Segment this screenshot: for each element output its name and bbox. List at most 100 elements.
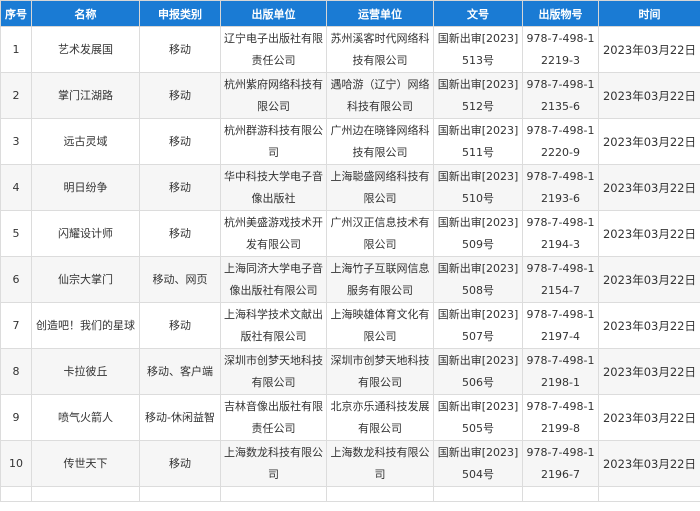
cell-date: 2023年03月22日: [598, 118, 700, 165]
cell-document-number: 国新出审[2023]504号: [433, 440, 523, 487]
cell-date: 2023年03月22日: [598, 72, 700, 119]
cell-publisher: 深圳市创梦天地科技有限公司: [220, 348, 327, 395]
cell-operator: 上海映雄体育文化有限公司: [326, 302, 434, 349]
header-index: 序号: [0, 0, 32, 27]
cell-index: 5: [0, 210, 32, 257]
cell-publication-number: 978-7-498-12135-6: [522, 72, 599, 119]
cell-index: 10: [0, 440, 32, 487]
cell-document-number: 国新出审[2023]513号: [433, 26, 523, 73]
cell-publication-number: 978-7-498-12198-1: [522, 348, 599, 395]
cell-category: 移动、网页: [139, 256, 221, 303]
cell-index: 4: [0, 164, 32, 211]
cell-operator: 上海数龙科技有限公司: [326, 440, 434, 487]
header-operator: 运营单位: [326, 0, 434, 27]
table-row: 10 传世天下 移动 上海数龙科技有限公司 上海数龙科技有限公司 国新出审[20…: [0, 440, 700, 487]
cell-publication-number: 978-7-498-12197-4: [522, 302, 599, 349]
cell-name: 掌门江湖路: [31, 72, 140, 119]
cell-name: 传世天下: [31, 440, 140, 487]
cell-publication-number: 978-7-498-12220-9: [522, 118, 599, 165]
table-row: 7 创造吧！我们的星球 移动 上海科学技术文献出版社有限公司 上海映雄体育文化有…: [0, 302, 700, 349]
cell-operator: 苏州溪客时代网络科技有限公司: [326, 26, 434, 73]
cell-document-number: 国新出审[2023]505号: [433, 394, 523, 441]
cell-category: 移动-休闲益智: [139, 394, 221, 441]
header-category: 申报类别: [139, 0, 221, 27]
cell-name: 闪耀设计师: [31, 210, 140, 257]
cell-publisher: 上海同济大学电子音像出版社有限公司: [220, 256, 327, 303]
cell-category: 移动: [139, 302, 221, 349]
cell-operator: 广州汉正信息技术有限公司: [326, 210, 434, 257]
cell-document-number: 国新出审[2023]508号: [433, 256, 523, 303]
cell-name: 喷气火箭人: [31, 394, 140, 441]
table-row: 4 明日纷争 移动 华中科技大学电子音像出版社 上海聪盛网络科技有限公司 国新出…: [0, 164, 700, 211]
table-row: 1 艺术发展国 移动 辽宁电子出版社有限责任公司 苏州溪客时代网络科技有限公司 …: [0, 26, 700, 73]
cell-publisher: 吉林音像出版社有限责任公司: [220, 394, 327, 441]
cell-date: 2023年03月22日: [598, 348, 700, 395]
cell-category: 移动: [139, 26, 221, 73]
cell-publication-number: 978-7-498-12196-7: [522, 440, 599, 487]
cell-operator: 深圳市创梦天地科技有限公司: [326, 348, 434, 395]
cell-publisher: 杭州美盛游戏技术开发有限公司: [220, 210, 327, 257]
table-header-row: 序号 名称 申报类别 出版单位 运营单位 文号 出版物号 时间: [0, 0, 700, 27]
cell-publisher: 辽宁电子出版社有限责任公司: [220, 26, 327, 73]
table-row: 6 仙宗大掌门 移动、网页 上海同济大学电子音像出版社有限公司 上海竹子互联网信…: [0, 256, 700, 303]
cell-date: 2023年03月22日: [598, 256, 700, 303]
header-publisher: 出版单位: [220, 0, 327, 27]
cell-publisher: 杭州群游科技有限公司: [220, 118, 327, 165]
cell-document-number: 国新出审[2023]512号: [433, 72, 523, 119]
cell-publisher: 上海数龙科技有限公司: [220, 440, 327, 487]
cell-date: 2023年03月22日: [598, 26, 700, 73]
cell-date: 2023年03月22日: [598, 394, 700, 441]
cell-category: 移动: [139, 118, 221, 165]
table-row: 2 掌门江湖路 移动 杭州紫府网络科技有限公司 遇哈游（辽宁）网络科技有限公司 …: [0, 72, 700, 119]
cell-index: 3: [0, 118, 32, 165]
table-row: 3 远古灵域 移动 杭州群游科技有限公司 广州边在晓锋网络科技有限公司 国新出审…: [0, 118, 700, 165]
cell-publication-number: 978-7-498-12194-3: [522, 210, 599, 257]
cell-index: 6: [0, 256, 32, 303]
cell-index: 7: [0, 302, 32, 349]
cell-document-number: 国新出审[2023]507号: [433, 302, 523, 349]
header-date: 时间: [598, 0, 700, 27]
cell-publisher: 华中科技大学电子音像出版社: [220, 164, 327, 211]
cell-name: 仙宗大掌门: [31, 256, 140, 303]
cell-category: 移动: [139, 210, 221, 257]
table-row-partial: [0, 486, 700, 502]
cell-category: 移动、客户端: [139, 348, 221, 395]
cell-index: 2: [0, 72, 32, 119]
cell-index: 9: [0, 394, 32, 441]
cell-operator: 北京亦乐通科技发展有限公司: [326, 394, 434, 441]
header-name: 名称: [31, 0, 140, 27]
cell-document-number: 国新出审[2023]509号: [433, 210, 523, 257]
header-publication-number: 出版物号: [522, 0, 599, 27]
cell-operator: 上海竹子互联网信息服务有限公司: [326, 256, 434, 303]
cell-index: 8: [0, 348, 32, 395]
cell-operator: 遇哈游（辽宁）网络科技有限公司: [326, 72, 434, 119]
cell-operator: 上海聪盛网络科技有限公司: [326, 164, 434, 211]
cell-name: 卡拉彼丘: [31, 348, 140, 395]
game-approval-table: 序号 名称 申报类别 出版单位 运营单位 文号 出版物号 时间 1 艺术发展国 …: [0, 0, 700, 502]
table-row: 5 闪耀设计师 移动 杭州美盛游戏技术开发有限公司 广州汉正信息技术有限公司 国…: [0, 210, 700, 257]
cell-publication-number: 978-7-498-12199-8: [522, 394, 599, 441]
cell-publication-number: 978-7-498-12193-6: [522, 164, 599, 211]
cell-category: 移动: [139, 72, 221, 119]
cell-index: 1: [0, 26, 32, 73]
cell-category: 移动: [139, 440, 221, 487]
cell-publication-number: 978-7-498-12154-7: [522, 256, 599, 303]
cell-publisher: 上海科学技术文献出版社有限公司: [220, 302, 327, 349]
cell-document-number: 国新出审[2023]511号: [433, 118, 523, 165]
cell-publication-number: 978-7-498-12219-3: [522, 26, 599, 73]
cell-name: 艺术发展国: [31, 26, 140, 73]
header-document-number: 文号: [433, 0, 523, 27]
cell-name: 明日纷争: [31, 164, 140, 211]
cell-publisher: 杭州紫府网络科技有限公司: [220, 72, 327, 119]
cell-date: 2023年03月22日: [598, 210, 700, 257]
cell-category: 移动: [139, 164, 221, 211]
cell-date: 2023年03月22日: [598, 302, 700, 349]
cell-document-number: 国新出审[2023]506号: [433, 348, 523, 395]
cell-operator: 广州边在晓锋网络科技有限公司: [326, 118, 434, 165]
cell-name: 创造吧！我们的星球: [31, 302, 140, 349]
table-row: 8 卡拉彼丘 移动、客户端 深圳市创梦天地科技有限公司 深圳市创梦天地科技有限公…: [0, 348, 700, 395]
table-row: 9 喷气火箭人 移动-休闲益智 吉林音像出版社有限责任公司 北京亦乐通科技发展有…: [0, 394, 700, 441]
cell-document-number: 国新出审[2023]510号: [433, 164, 523, 211]
cell-date: 2023年03月22日: [598, 440, 700, 487]
cell-date: 2023年03月22日: [598, 164, 700, 211]
